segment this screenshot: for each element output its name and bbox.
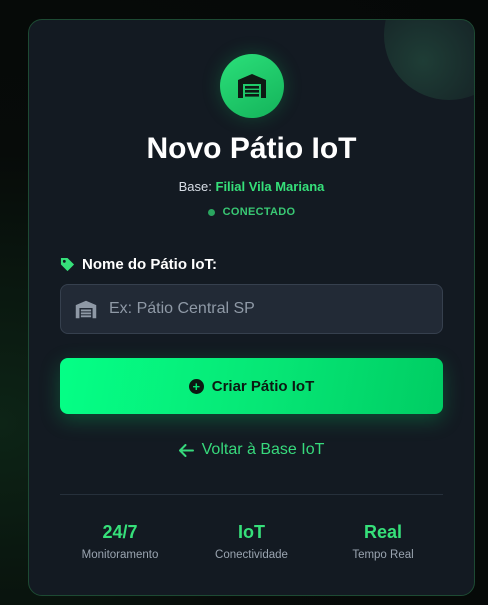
stat-label: Monitoramento xyxy=(81,549,159,561)
status-text: CONECTADO xyxy=(222,206,296,218)
page-title: Novo Pátio IoT xyxy=(146,132,357,165)
create-patio-button-label: Criar Pátio IoT xyxy=(211,377,315,395)
create-patio-button[interactable]: + Criar Pátio IoT xyxy=(60,358,443,414)
stat-label: Tempo Real xyxy=(352,549,414,561)
connection-status: CONECTADO xyxy=(29,206,474,218)
stat-value: IoT xyxy=(238,522,265,542)
patio-name-label: Nome do Pátio IoT: xyxy=(60,256,217,273)
stats-row: 24/7 Monitoramento IoT Conectividade Rea… xyxy=(60,522,443,561)
stat-value: Real xyxy=(363,522,403,542)
stat-connectivity: IoT Conectividade xyxy=(192,522,312,561)
warehouse-icon xyxy=(75,300,97,318)
decorative-glow xyxy=(384,20,474,100)
base-name: Filial Vila Mariana xyxy=(215,179,325,194)
plus-circle-icon: + xyxy=(188,378,204,394)
back-link-label: Voltar à Base IoT xyxy=(201,441,325,458)
base-prefix: Base: xyxy=(178,179,212,194)
back-to-base-link[interactable]: Voltar à Base IoT xyxy=(29,441,474,459)
warehouse-icon xyxy=(238,74,266,98)
status-dot-icon xyxy=(207,208,215,216)
stat-realtime: Real Tempo Real xyxy=(323,522,443,561)
stat-label: Conectividade xyxy=(215,549,288,561)
patio-name-input[interactable] xyxy=(109,300,409,318)
logo-badge xyxy=(220,54,284,118)
tag-icon xyxy=(60,257,75,272)
patio-name-field[interactable] xyxy=(60,284,443,334)
patio-name-label-text: Nome do Pátio IoT: xyxy=(82,256,217,273)
base-subtitle: Base: Filial Vila Mariana xyxy=(29,179,474,194)
stat-monitoring: 24/7 Monitoramento xyxy=(60,522,180,561)
create-patio-card: Novo Pátio IoT Base: Filial Vila Mariana… xyxy=(28,19,475,596)
stat-value: 24/7 xyxy=(102,522,138,542)
arrow-left-icon xyxy=(178,443,194,457)
divider xyxy=(60,494,443,495)
